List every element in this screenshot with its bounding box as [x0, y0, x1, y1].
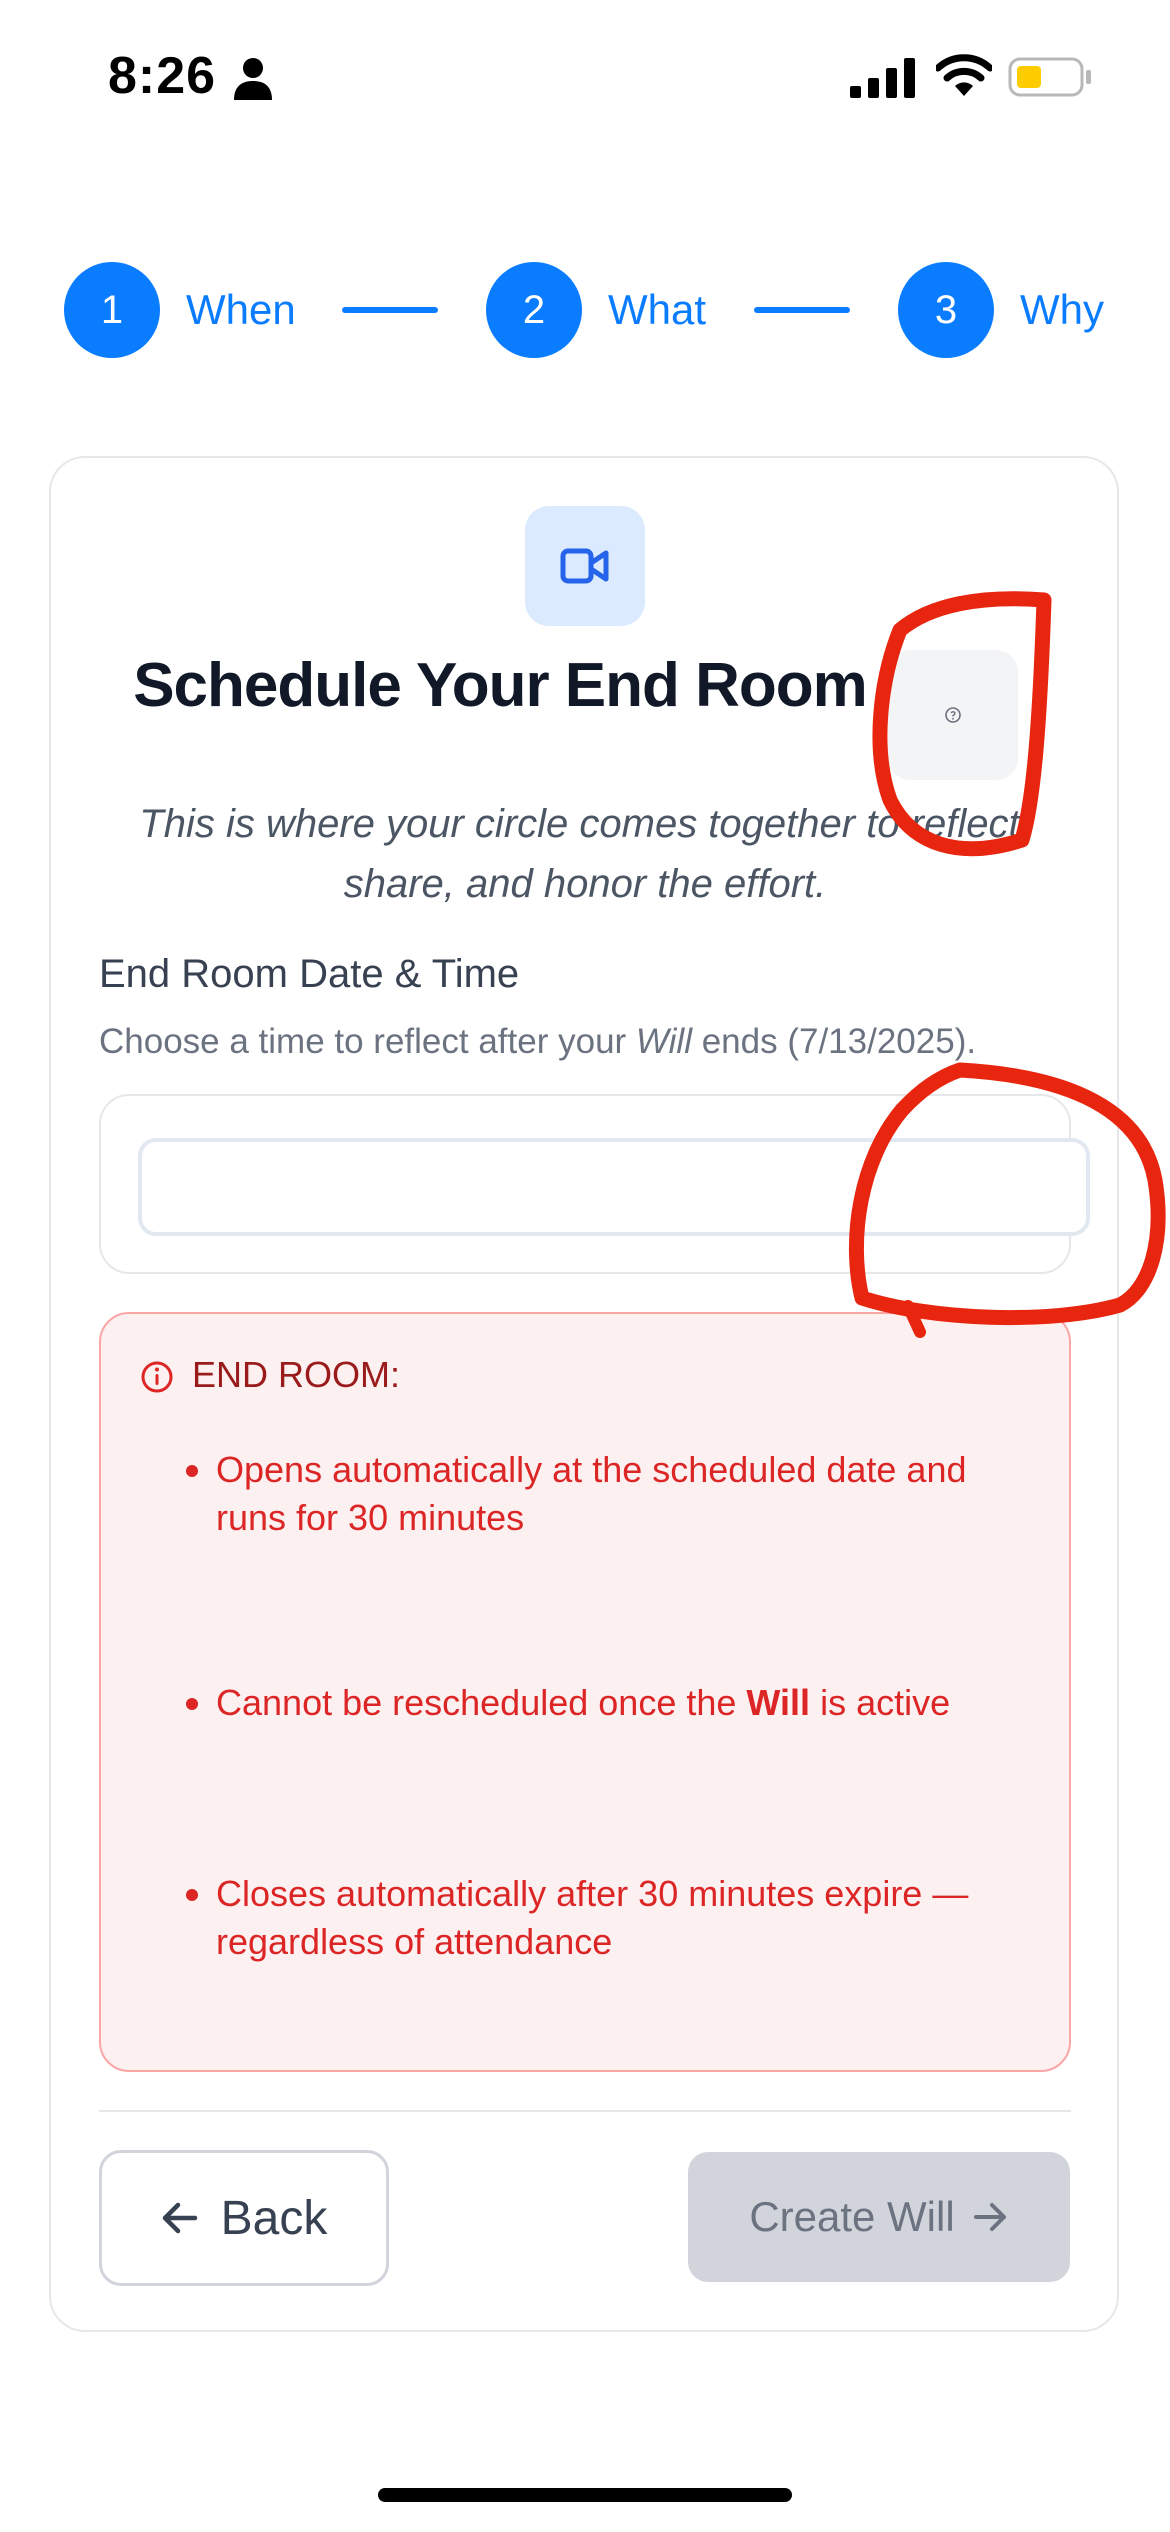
wifi-icon — [936, 54, 992, 96]
step-3-circle[interactable]: 3 — [898, 262, 994, 358]
video-icon-tile — [525, 506, 645, 626]
create-will-button[interactable]: Create Will — [688, 2152, 1070, 2282]
step-connector — [754, 307, 850, 313]
bullet-dot — [186, 1465, 198, 1477]
datetime-input[interactable] — [138, 1138, 1090, 1236]
step-connector — [342, 307, 438, 313]
info-bullet-1: Opens automatically at the scheduled dat… — [216, 1449, 967, 1538]
person-icon — [234, 58, 272, 100]
divider — [99, 2110, 1071, 2112]
info-title: END ROOM: — [192, 1354, 401, 1395]
hint-prefix: Choose a time to reflect after your — [99, 1022, 636, 1061]
page-title: Schedule Your End Room — [133, 651, 868, 720]
info-bullet-3: Closes automatically after 30 minutes ex… — [216, 1873, 969, 1962]
arrow-right-icon — [973, 2203, 1006, 2231]
back-button-label: Back — [220, 2191, 328, 2245]
info-circle-icon — [141, 1361, 173, 1393]
create-button-label: Create Will — [749, 2193, 955, 2240]
subtitle: This is where your circle comes together… — [139, 802, 1031, 906]
status-time: 8:26 — [108, 47, 217, 105]
info-bullet-2: Cannot be rescheduled once the Will is a… — [216, 1679, 1036, 1727]
field-label: End Room Date & Time — [99, 952, 520, 996]
cellular-signal-icon — [850, 58, 915, 98]
arrow-left-icon — [162, 2202, 197, 2234]
field-hint: Choose a time to reflect after your Will… — [99, 1022, 976, 1062]
step-1-label[interactable]: When — [186, 286, 296, 334]
question-circle-icon — [945, 707, 961, 723]
bullet-2-prefix: Cannot be rescheduled once the — [216, 1682, 747, 1723]
back-button[interactable]: Back — [99, 2150, 389, 2286]
bullet-2-bold: Will — [746, 1682, 811, 1723]
help-button[interactable] — [888, 650, 1018, 780]
hint-emphasis: Will — [635, 1022, 692, 1061]
video-icon — [560, 548, 609, 584]
bullet-2-suffix: is active — [810, 1682, 951, 1723]
hint-suffix: ends (7/13/2025). — [691, 1022, 977, 1061]
step-2-label[interactable]: What — [608, 286, 706, 334]
home-indicator[interactable] — [378, 2488, 792, 2502]
step-2-circle[interactable]: 2 — [486, 262, 582, 358]
bullet-dot — [186, 1889, 198, 1901]
bullet-dot — [186, 1698, 198, 1710]
step-1-circle[interactable]: 1 — [64, 262, 160, 358]
battery-icon — [1008, 57, 1091, 97]
step-3-label[interactable]: Why — [1020, 286, 1104, 334]
